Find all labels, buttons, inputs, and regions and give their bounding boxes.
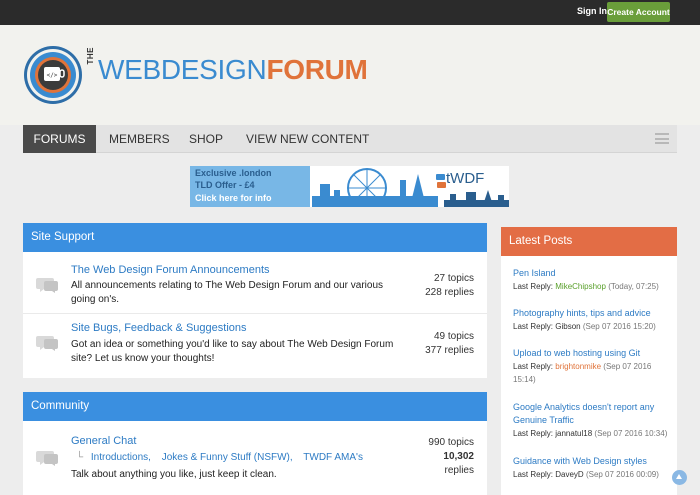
twdf-chat-icon: [436, 174, 446, 188]
forum-title[interactable]: The Web Design Forum Announcements: [71, 264, 270, 276]
last-reply-date: (Today, 07:25): [608, 282, 659, 291]
latest-post-meta: Last Reply: Gibson (Sep 07 2016 15:20): [513, 320, 673, 333]
last-reply-label: Last Reply:: [513, 322, 556, 331]
latest-post-title[interactable]: Photography hints, tips and advice: [513, 307, 673, 320]
latest-posts-title: Latest Posts: [501, 227, 677, 256]
banner-line-1: Exclusive .london: [195, 168, 272, 178]
site-header: </> THE WEBDESIGNFORUM: [0, 25, 700, 125]
last-reply-label: Last Reply:: [513, 282, 556, 291]
nav-forums[interactable]: FORUMS: [23, 125, 96, 153]
last-reply-label: Last Reply:: [513, 470, 556, 479]
forum-row: The Web Design Forum Announcements All a…: [23, 252, 487, 310]
logo-webdesign-text: WEBDESIGN: [98, 54, 267, 85]
scroll-to-top-icon[interactable]: [672, 470, 687, 485]
last-reply-label: Last Reply:: [513, 429, 556, 438]
forum-row: General Chat └ Introductions, Jokes & Fu…: [23, 421, 487, 495]
chat-bubble-icon: [36, 278, 58, 293]
community-section: Community General Chat └ Introductions, …: [23, 392, 487, 495]
latest-post-meta: Last Reply: DaveyD (Sep 07 2016 00:09): [513, 468, 673, 481]
subforum-jokes[interactable]: Jokes & Funny Stuff (NSFW),: [162, 452, 293, 463]
nav-view-new-content[interactable]: VIEW NEW CONTENT: [246, 125, 369, 153]
topic-count: 990 topics: [428, 437, 474, 448]
reply-count: 377 replies: [425, 345, 474, 356]
last-reply-date: (Sep 07 2016 10:34): [594, 429, 668, 438]
chat-bubble-icon: [36, 451, 58, 466]
nav-shop[interactable]: SHOP: [189, 125, 223, 153]
forum-stats: 49 topics 377 replies: [404, 330, 474, 358]
latest-post-title[interactable]: Pen Island: [513, 267, 673, 280]
reply-count: 228 replies: [425, 287, 474, 298]
london-skyline-icon: [312, 168, 438, 207]
banner-brand: tWDF: [446, 170, 485, 187]
latest-post-title[interactable]: Google Analytics doesn't report any Genu…: [513, 401, 673, 427]
subforum-arrow-icon: └: [76, 452, 84, 463]
banner-cta[interactable]: Click here for info: [195, 193, 272, 203]
latest-post-title[interactable]: Upload to web hosting using Git: [513, 347, 673, 360]
last-reply-user[interactable]: brightonmike: [555, 362, 601, 371]
sign-in-link[interactable]: Sign In: [577, 6, 607, 16]
forum-description: Talk about anything you like, just keep …: [71, 469, 277, 480]
forum-row: Site Bugs, Feedback & Suggestions Got an…: [23, 314, 487, 376]
forum-stats: 27 topics 228 replies: [404, 272, 474, 300]
banner-offer-panel: Exclusive .london TLD Offer - £4 Click h…: [190, 166, 310, 207]
london-tld-banner[interactable]: Exclusive .london TLD Offer - £4 Click h…: [190, 166, 509, 207]
last-reply-date: (Sep 07 2016 00:09): [585, 470, 659, 479]
last-reply-label: Last Reply:: [513, 362, 556, 371]
logo-forum-text: FORUM: [266, 54, 368, 85]
site-support-section: Site Support The Web Design Forum Announ…: [23, 223, 487, 378]
last-reply-user[interactable]: Gibson: [555, 322, 580, 331]
forum-description: Got an idea or something you'd like to s…: [71, 339, 394, 364]
logo-wordmark[interactable]: WEBDESIGNFORUM: [98, 54, 368, 86]
forum-title[interactable]: Site Bugs, Feedback & Suggestions: [71, 322, 247, 334]
latest-post-meta: Last Reply: jannatul18 (Sep 07 2016 10:3…: [513, 427, 673, 440]
subforum-ama[interactable]: TWDF AMA's: [303, 452, 363, 463]
last-reply-user[interactable]: DaveyD: [555, 470, 583, 479]
reply-count: 10,302: [443, 451, 474, 462]
forum-description: All announcements relating to The Web De…: [71, 280, 384, 305]
logo-the-text: THE: [86, 47, 95, 65]
forum-logo-icon[interactable]: </>: [23, 45, 83, 105]
top-bar: Sign In Create Account: [0, 0, 700, 25]
svg-text:</>: </>: [47, 72, 58, 79]
reply-label: replies: [444, 465, 474, 476]
section-title[interactable]: Community: [23, 392, 487, 421]
last-reply-user[interactable]: jannatul18: [555, 429, 592, 438]
chat-bubble-icon: [36, 336, 58, 351]
subforum-introductions[interactable]: Introductions,: [91, 452, 151, 463]
latest-post: Upload to web hosting using Git Last Rep…: [513, 347, 673, 386]
latest-post: Google Analytics doesn't report any Genu…: [513, 401, 673, 440]
latest-posts-panel: Latest Posts Pen Island Last Reply: Mike…: [501, 227, 677, 495]
forum-title[interactable]: General Chat: [71, 435, 136, 447]
latest-post-title[interactable]: Guidance with Web Design styles: [513, 455, 673, 468]
hamburger-menu-icon[interactable]: [655, 133, 669, 144]
latest-post: Photography hints, tips and advice Last …: [513, 307, 673, 333]
latest-post: Guidance with Web Design styles Last Rep…: [513, 455, 673, 481]
topic-count: 49 topics: [433, 331, 474, 342]
banner-skyline-right-icon: [444, 190, 509, 207]
nav-members[interactable]: MEMBERS: [109, 125, 170, 153]
topic-count: 27 topics: [433, 273, 474, 284]
create-account-button[interactable]: Create Account: [607, 2, 670, 22]
forum-stats: 990 topics 10,302 replies: [404, 436, 474, 478]
section-title[interactable]: Site Support: [23, 223, 487, 252]
banner-line-2: TLD Offer - £4: [195, 180, 255, 190]
subforum-list: └ Introductions, Jokes & Funny Stuff (NS…: [76, 452, 371, 463]
main-nav: FORUMS MEMBERS SHOP VIEW NEW CONTENT: [23, 125, 677, 153]
latest-post: Pen Island Last Reply: MikeChipshop (Tod…: [513, 267, 673, 293]
last-reply-date: (Sep 07 2016 15:20): [582, 322, 656, 331]
latest-post-meta: Last Reply: MikeChipshop (Today, 07:25): [513, 280, 673, 293]
last-reply-user[interactable]: MikeChipshop: [555, 282, 606, 291]
latest-post-meta: Last Reply: brightonmike (Sep 07 2016 15…: [513, 360, 673, 386]
